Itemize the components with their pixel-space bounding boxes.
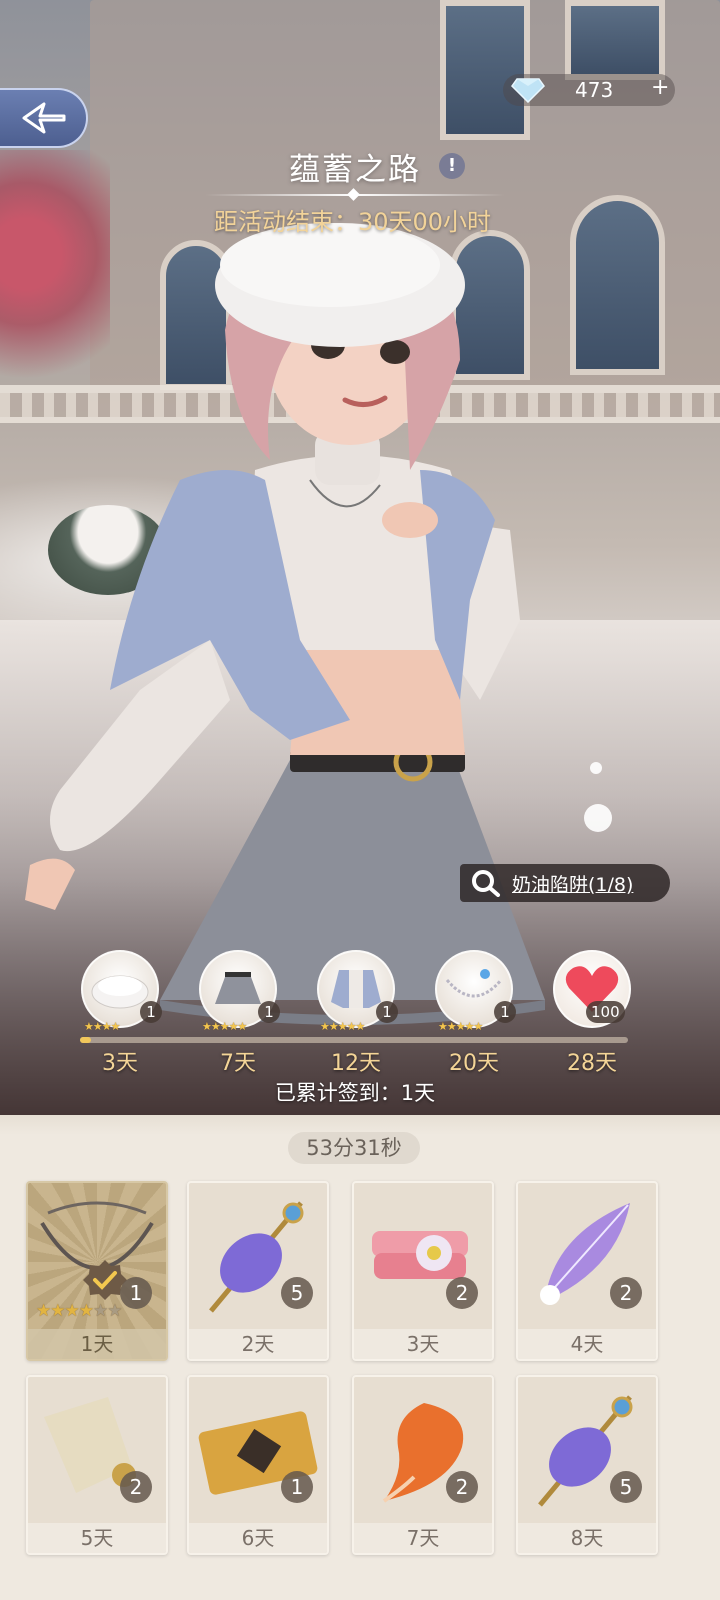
- milestone-day: 7天: [220, 1051, 256, 1076]
- item-quantity: 5: [610, 1471, 642, 1503]
- cumulative-signin: 已累计签到：1天: [274, 1081, 436, 1105]
- card-day: 5天: [28, 1523, 166, 1553]
- reward-card[interactable]: 1 6天: [187, 1375, 329, 1555]
- reward-card[interactable]: 2 7天: [352, 1375, 494, 1555]
- add-currency-button[interactable]: +: [651, 75, 669, 100]
- feather-icon: [540, 1203, 630, 1305]
- item-quantity: 2: [446, 1277, 478, 1309]
- reward-count: 100: [586, 1001, 625, 1023]
- card-day: 3天: [354, 1329, 492, 1359]
- progress-bar: [80, 1037, 628, 1043]
- back-button[interactable]: [0, 88, 88, 148]
- back-arrow-icon: [22, 102, 66, 134]
- fabric-flower-icon: [372, 1231, 468, 1279]
- yarn-spindle-icon: [538, 1395, 633, 1507]
- reward-card[interactable]: 5 8天: [516, 1375, 658, 1555]
- event-countdown: 距活动结束：30天00小时: [213, 208, 492, 236]
- reward-count: 1: [258, 1001, 280, 1023]
- card-day: 7天: [354, 1523, 492, 1553]
- card-day: 8天: [518, 1523, 656, 1553]
- item-quantity: 2: [446, 1471, 478, 1503]
- currency-bar: 473 +: [503, 74, 675, 106]
- reward-card-claimed[interactable]: 1 ★★★★★★ 1天: [26, 1181, 168, 1361]
- info-icon[interactable]: !: [439, 153, 465, 179]
- rarity-stars: ★★★★★★: [36, 1301, 122, 1321]
- refresh-timer: 53分31秒: [288, 1132, 420, 1164]
- reward-stars: ★★★★★: [320, 1020, 365, 1033]
- reward-stars: ★★★★: [84, 1020, 120, 1033]
- reward-stars: ★★★★★: [438, 1020, 483, 1033]
- reward-card[interactable]: 5 2天: [187, 1181, 329, 1361]
- search-icon: [472, 870, 500, 897]
- outfit-preview-link[interactable]: 奶油陷阱(1/8): [460, 864, 670, 902]
- reward-card[interactable]: 2 4天: [516, 1181, 658, 1361]
- scroll-icon: [44, 1397, 136, 1493]
- reward-card[interactable]: 2 3天: [352, 1181, 494, 1361]
- reward-count: 1: [376, 1001, 398, 1023]
- milestone-day: 12天: [331, 1051, 381, 1076]
- milestone-day: 3天: [102, 1051, 138, 1076]
- item-quantity: 1: [281, 1471, 313, 1503]
- daily-reward-panel: 53分31秒 1 ★★★★★★ 1天 5 2天 2 3天 2 4天 2 5天 1…: [0, 1115, 720, 1600]
- reward-card[interactable]: 2 5天: [26, 1375, 168, 1555]
- card-day: 1天: [28, 1329, 166, 1359]
- page-title: 蕴蓄之路: [289, 152, 421, 188]
- progress-fill: [80, 1037, 91, 1043]
- yarn-spindle-icon: [209, 1201, 304, 1313]
- reward-count: 1: [140, 1001, 162, 1023]
- milestone-day: 20天: [449, 1051, 499, 1076]
- ticket-icon: [198, 1411, 318, 1495]
- item-quantity: 2: [610, 1277, 642, 1309]
- item-quantity: 5: [281, 1277, 313, 1309]
- outfit-name: 奶油陷阱(1/8): [512, 874, 634, 896]
- item-quantity: 2: [120, 1471, 152, 1503]
- card-day: 6天: [189, 1523, 327, 1553]
- card-day: 4天: [518, 1329, 656, 1359]
- diamond-icon: [511, 78, 545, 103]
- currency-amount: 473: [575, 78, 614, 102]
- milestone-day: 28天: [567, 1051, 617, 1076]
- fur-icon: [382, 1403, 464, 1503]
- reward-count: 1: [494, 1001, 516, 1023]
- card-day: 2天: [189, 1329, 327, 1359]
- reward-stars: ★★★★★: [202, 1020, 247, 1033]
- item-quantity: 1: [120, 1277, 152, 1309]
